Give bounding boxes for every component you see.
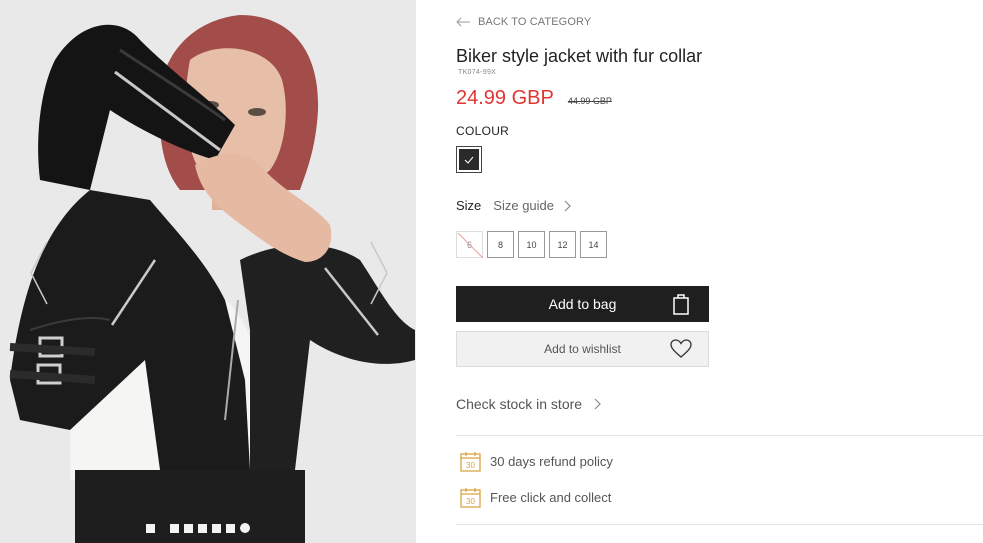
check-stock-label: Check stock in store xyxy=(456,396,583,412)
gallery-prev-button[interactable] xyxy=(26,238,52,308)
calendar-30-icon: 30 xyxy=(460,488,481,508)
heart-icon xyxy=(670,339,692,358)
calendar-30-icon: 30 xyxy=(460,452,481,472)
gallery-dot[interactable] xyxy=(146,523,155,533)
gallery-dot[interactable] xyxy=(170,523,179,533)
checkmark-icon xyxy=(464,156,474,164)
size-selector: 6 8 10 12 14 xyxy=(456,231,611,258)
chevron-right-icon xyxy=(370,241,388,305)
chevron-left-icon xyxy=(30,241,48,305)
product-photo xyxy=(0,0,416,543)
shopping-bag-icon xyxy=(673,294,689,315)
gallery-dot-active[interactable] xyxy=(240,523,250,533)
product-image-gallery xyxy=(0,0,416,543)
gallery-dot[interactable] xyxy=(226,523,235,533)
gallery-dot[interactable] xyxy=(198,523,207,533)
size-label: Size xyxy=(456,198,482,213)
perk-label: Free click and collect xyxy=(490,490,612,505)
svg-text:30: 30 xyxy=(466,461,475,470)
size-option[interactable]: 10 xyxy=(518,231,545,258)
perk-click-collect: 30 Free click and collect xyxy=(460,487,611,508)
chevron-right-icon xyxy=(594,398,601,410)
add-to-bag-button[interactable]: Add to bag xyxy=(456,286,709,322)
colour-swatch-fill xyxy=(459,149,479,170)
colour-swatch-selected[interactable] xyxy=(456,146,482,173)
perk-refund: 30 30 days refund policy xyxy=(460,451,613,472)
size-option[interactable]: 12 xyxy=(549,231,576,258)
size-guide-link[interactable]: Size guide xyxy=(493,198,571,213)
price-row: 24.99 GBP 44.99 GBP xyxy=(456,87,612,110)
back-to-category-link[interactable]: BACK TO CATEGORY xyxy=(456,16,591,28)
current-price: 24.99 GBP xyxy=(456,87,554,109)
product-sku: TK074-99X xyxy=(458,69,497,76)
svg-text:30: 30 xyxy=(466,497,475,506)
old-price: 44.99 GBP xyxy=(567,96,612,106)
back-link-label: BACK TO CATEGORY xyxy=(478,16,592,28)
check-stock-link[interactable]: Check stock in store xyxy=(456,396,601,412)
gallery-dot[interactable] xyxy=(212,523,221,533)
divider xyxy=(456,524,983,525)
gallery-pagination xyxy=(146,522,255,534)
add-to-wishlist-button[interactable]: Add to wishlist xyxy=(456,331,709,367)
add-to-wishlist-label: Add to wishlist xyxy=(544,342,621,356)
add-to-bag-label: Add to bag xyxy=(548,296,617,312)
arrow-left-icon xyxy=(456,17,470,27)
perk-label: 30 days refund policy xyxy=(490,454,613,469)
chevron-right-icon xyxy=(564,200,571,211)
colour-label: COLOUR xyxy=(456,124,510,138)
gallery-dot[interactable] xyxy=(184,523,193,533)
size-option-unavailable[interactable]: 6 xyxy=(456,231,483,258)
size-row: Size Size guide xyxy=(456,198,571,213)
divider xyxy=(456,435,983,436)
product-title: Biker style jacket with fur collar xyxy=(456,46,703,66)
size-option[interactable]: 14 xyxy=(580,231,607,258)
gallery-next-button[interactable] xyxy=(366,238,392,308)
size-option[interactable]: 8 xyxy=(487,231,514,258)
size-guide-label: Size guide xyxy=(493,198,555,213)
product-details: BACK TO CATEGORY Biker style jacket with… xyxy=(456,0,983,543)
